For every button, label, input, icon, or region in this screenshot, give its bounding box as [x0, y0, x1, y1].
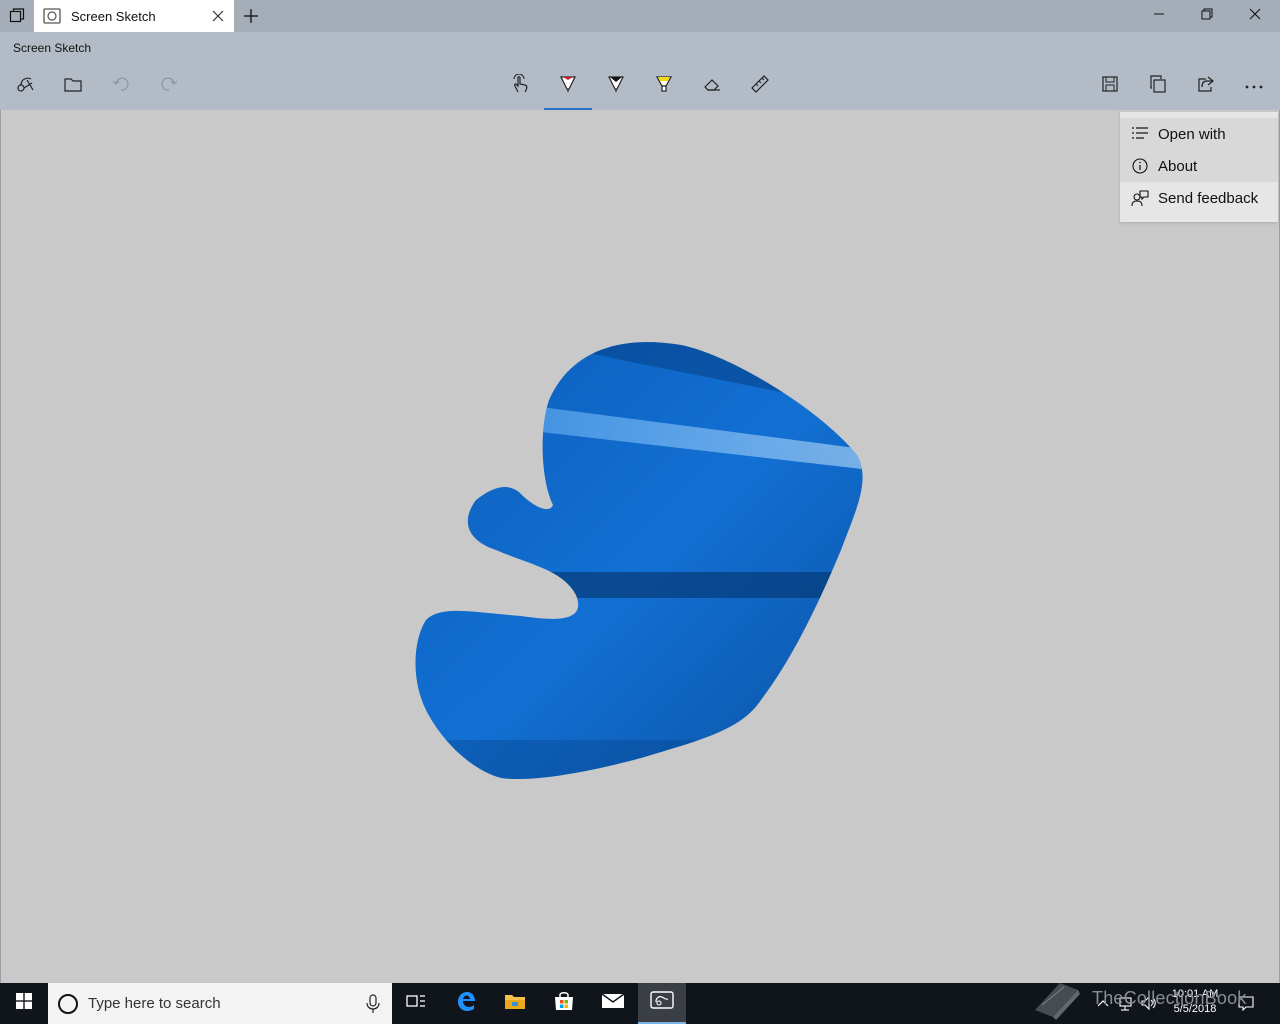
- ruler-button[interactable]: [736, 62, 784, 110]
- menu-item-label: Send feedback: [1158, 189, 1259, 207]
- app-title: Screen Sketch: [13, 41, 92, 55]
- open-with-icon: [1130, 124, 1150, 144]
- save-icon: [1101, 75, 1119, 98]
- task-view-button[interactable]: [392, 983, 440, 1024]
- minimize-icon: [1153, 7, 1165, 25]
- watermark-text: TheCollectionBook: [1092, 988, 1247, 1008]
- taskbar-edge[interactable]: [442, 983, 490, 1024]
- taskbar-search-box[interactable]: Type here to search: [48, 983, 392, 1024]
- share-icon: [1197, 75, 1215, 98]
- highlighter-button[interactable]: [640, 62, 688, 110]
- new-tab-icon[interactable]: [240, 6, 262, 26]
- app-tab[interactable]: Screen Sketch: [34, 0, 234, 32]
- touch-writing-icon: [510, 73, 530, 99]
- taskbar-mail[interactable]: [589, 983, 637, 1024]
- taskbar-file-explorer[interactable]: [491, 983, 539, 1024]
- search-placeholder: Type here to search: [88, 995, 221, 1012]
- store-icon: [553, 990, 575, 1017]
- edge-icon: [455, 990, 477, 1017]
- app-header: Screen Sketch: [0, 32, 1280, 110]
- open-folder-icon: [63, 75, 83, 98]
- copy-button[interactable]: [1134, 62, 1182, 110]
- start-button[interactable]: [0, 983, 48, 1024]
- ruler-icon: [750, 74, 770, 99]
- ballpoint-pen-button[interactable]: [544, 62, 592, 110]
- copy-icon: [1149, 74, 1167, 98]
- cortana-icon: [58, 993, 78, 1014]
- redo-icon: [160, 75, 178, 98]
- taskbar-store[interactable]: [540, 983, 588, 1024]
- freeform-snip-image: [415, 342, 863, 780]
- taskbar-screen-sketch[interactable]: [638, 983, 686, 1024]
- menu-item-about[interactable]: About: [1120, 150, 1278, 182]
- open-file-button[interactable]: [49, 62, 97, 110]
- highlighter-icon: [655, 74, 673, 99]
- share-button[interactable]: [1182, 62, 1230, 110]
- close-button[interactable]: [1232, 0, 1278, 32]
- screen-sketch-icon: [43, 7, 61, 25]
- mail-icon: [601, 992, 625, 1015]
- microphone-icon[interactable]: [366, 994, 380, 1014]
- close-icon: [1249, 7, 1261, 25]
- task-view-icon: [406, 993, 426, 1014]
- pencil-icon: [607, 74, 625, 99]
- title-bar: Screen Sketch: [0, 0, 1280, 32]
- more-options-menu: Open with About Send feedback: [1120, 112, 1278, 222]
- new-snip-button[interactable]: [1, 62, 49, 110]
- touch-writing-button[interactable]: [496, 62, 544, 110]
- info-icon: [1130, 156, 1150, 176]
- new-snip-icon: [15, 74, 35, 99]
- feedback-icon: [1130, 188, 1150, 208]
- sets-tabs-icon[interactable]: [0, 0, 34, 32]
- save-button[interactable]: [1086, 62, 1134, 110]
- sketch-canvas[interactable]: [0, 110, 1280, 983]
- ballpoint-pen-icon: [559, 74, 577, 99]
- undo-icon: [112, 75, 130, 98]
- menu-item-label: About: [1158, 157, 1198, 175]
- eraser-icon: [702, 75, 722, 98]
- eraser-button[interactable]: [688, 62, 736, 110]
- minimize-button[interactable]: [1136, 0, 1182, 32]
- more-icon: [1244, 77, 1264, 95]
- restore-button[interactable]: [1184, 0, 1230, 32]
- menu-item-send-feedback[interactable]: Send feedback: [1120, 182, 1278, 214]
- redo-button[interactable]: [145, 62, 193, 110]
- menu-item-open-with[interactable]: Open with: [1120, 118, 1278, 150]
- windows-logo-icon: [16, 993, 32, 1014]
- close-tab-icon[interactable]: [210, 8, 226, 24]
- more-options-button[interactable]: [1230, 62, 1278, 110]
- tab-title: Screen Sketch: [71, 8, 156, 24]
- file-explorer-icon: [504, 991, 526, 1016]
- menu-item-label: Open with: [1158, 125, 1226, 143]
- restore-icon: [1201, 7, 1213, 25]
- pencil-button[interactable]: [592, 62, 640, 110]
- screen-sketch-icon: [650, 990, 674, 1015]
- undo-button[interactable]: [97, 62, 145, 110]
